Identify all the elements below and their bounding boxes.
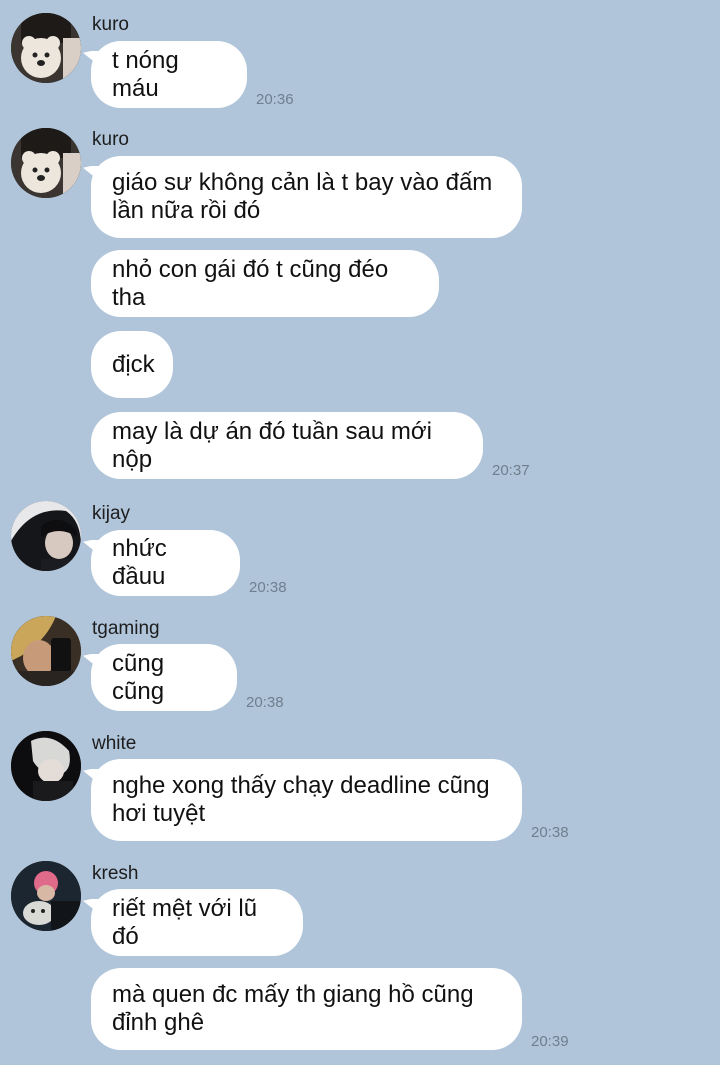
message-text: giáo sư không cản là t bay vào đấm lần n… xyxy=(112,169,493,224)
avatar-kresh[interactable] xyxy=(11,861,81,931)
message-bubble[interactable]: nhỏ con gái đó t cũng đéo tha xyxy=(91,250,439,317)
message-bubble[interactable]: cũng cũng xyxy=(91,644,237,711)
message-timestamp: 20:39 xyxy=(531,1033,569,1050)
avatar-white[interactable] xyxy=(11,731,81,801)
message-bubble[interactable]: nghe xong thấy chạy deadline cũng hơi tu… xyxy=(91,759,522,841)
avatar-kijay[interactable] xyxy=(11,501,81,571)
avatar-tgaming[interactable] xyxy=(11,616,81,686)
message-text: nhỏ con gái đó t cũng đéo tha xyxy=(112,255,389,311)
message-timestamp: 20:38 xyxy=(249,579,287,596)
message-timestamp: 20:36 xyxy=(256,91,294,108)
message-text: địck xyxy=(112,350,155,378)
message-bubble[interactable]: t nóng máu xyxy=(91,41,247,108)
message-text: cũng cũng xyxy=(112,649,165,705)
message-bubble[interactable]: địck xyxy=(91,331,173,398)
message-bubble[interactable]: giáo sư không cản là t bay vào đấm lần n… xyxy=(91,156,522,238)
message-text: t nóng máu xyxy=(112,46,179,102)
message-bubble[interactable]: may là dự án đó tuần sau mới nộp xyxy=(91,412,483,479)
message-bubble[interactable]: nhức đầuu xyxy=(91,530,240,596)
message-text: mà quen đc mấy th giang hồ cũng đỉnh ghê xyxy=(112,981,474,1036)
sender-name: kijay xyxy=(92,503,131,524)
sender-name: kuro xyxy=(92,129,129,150)
message-bubble[interactable]: riết mệt với lũ đó xyxy=(91,889,303,956)
sender-name: tgaming xyxy=(92,618,160,639)
sender-name: kresh xyxy=(92,863,139,884)
message-timestamp: 20:37 xyxy=(492,462,530,479)
message-text: may là dự án đó tuần sau mới nộp xyxy=(112,417,432,473)
message-bubble[interactable]: mà quen đc mấy th giang hồ cũng đỉnh ghê xyxy=(91,968,522,1050)
message-text: nghe xong thấy chạy deadline cũng hơi tu… xyxy=(112,772,490,827)
message-text: riết mệt với lũ đó xyxy=(112,894,258,950)
message-timestamp: 20:38 xyxy=(531,824,569,841)
sender-name: white xyxy=(92,733,137,754)
sender-name: kuro xyxy=(92,14,129,35)
message-timestamp: 20:38 xyxy=(246,694,284,711)
message-text: nhức đầuu xyxy=(112,535,167,590)
avatar-kuro[interactable] xyxy=(11,128,81,198)
avatar-kuro[interactable] xyxy=(11,13,81,83)
